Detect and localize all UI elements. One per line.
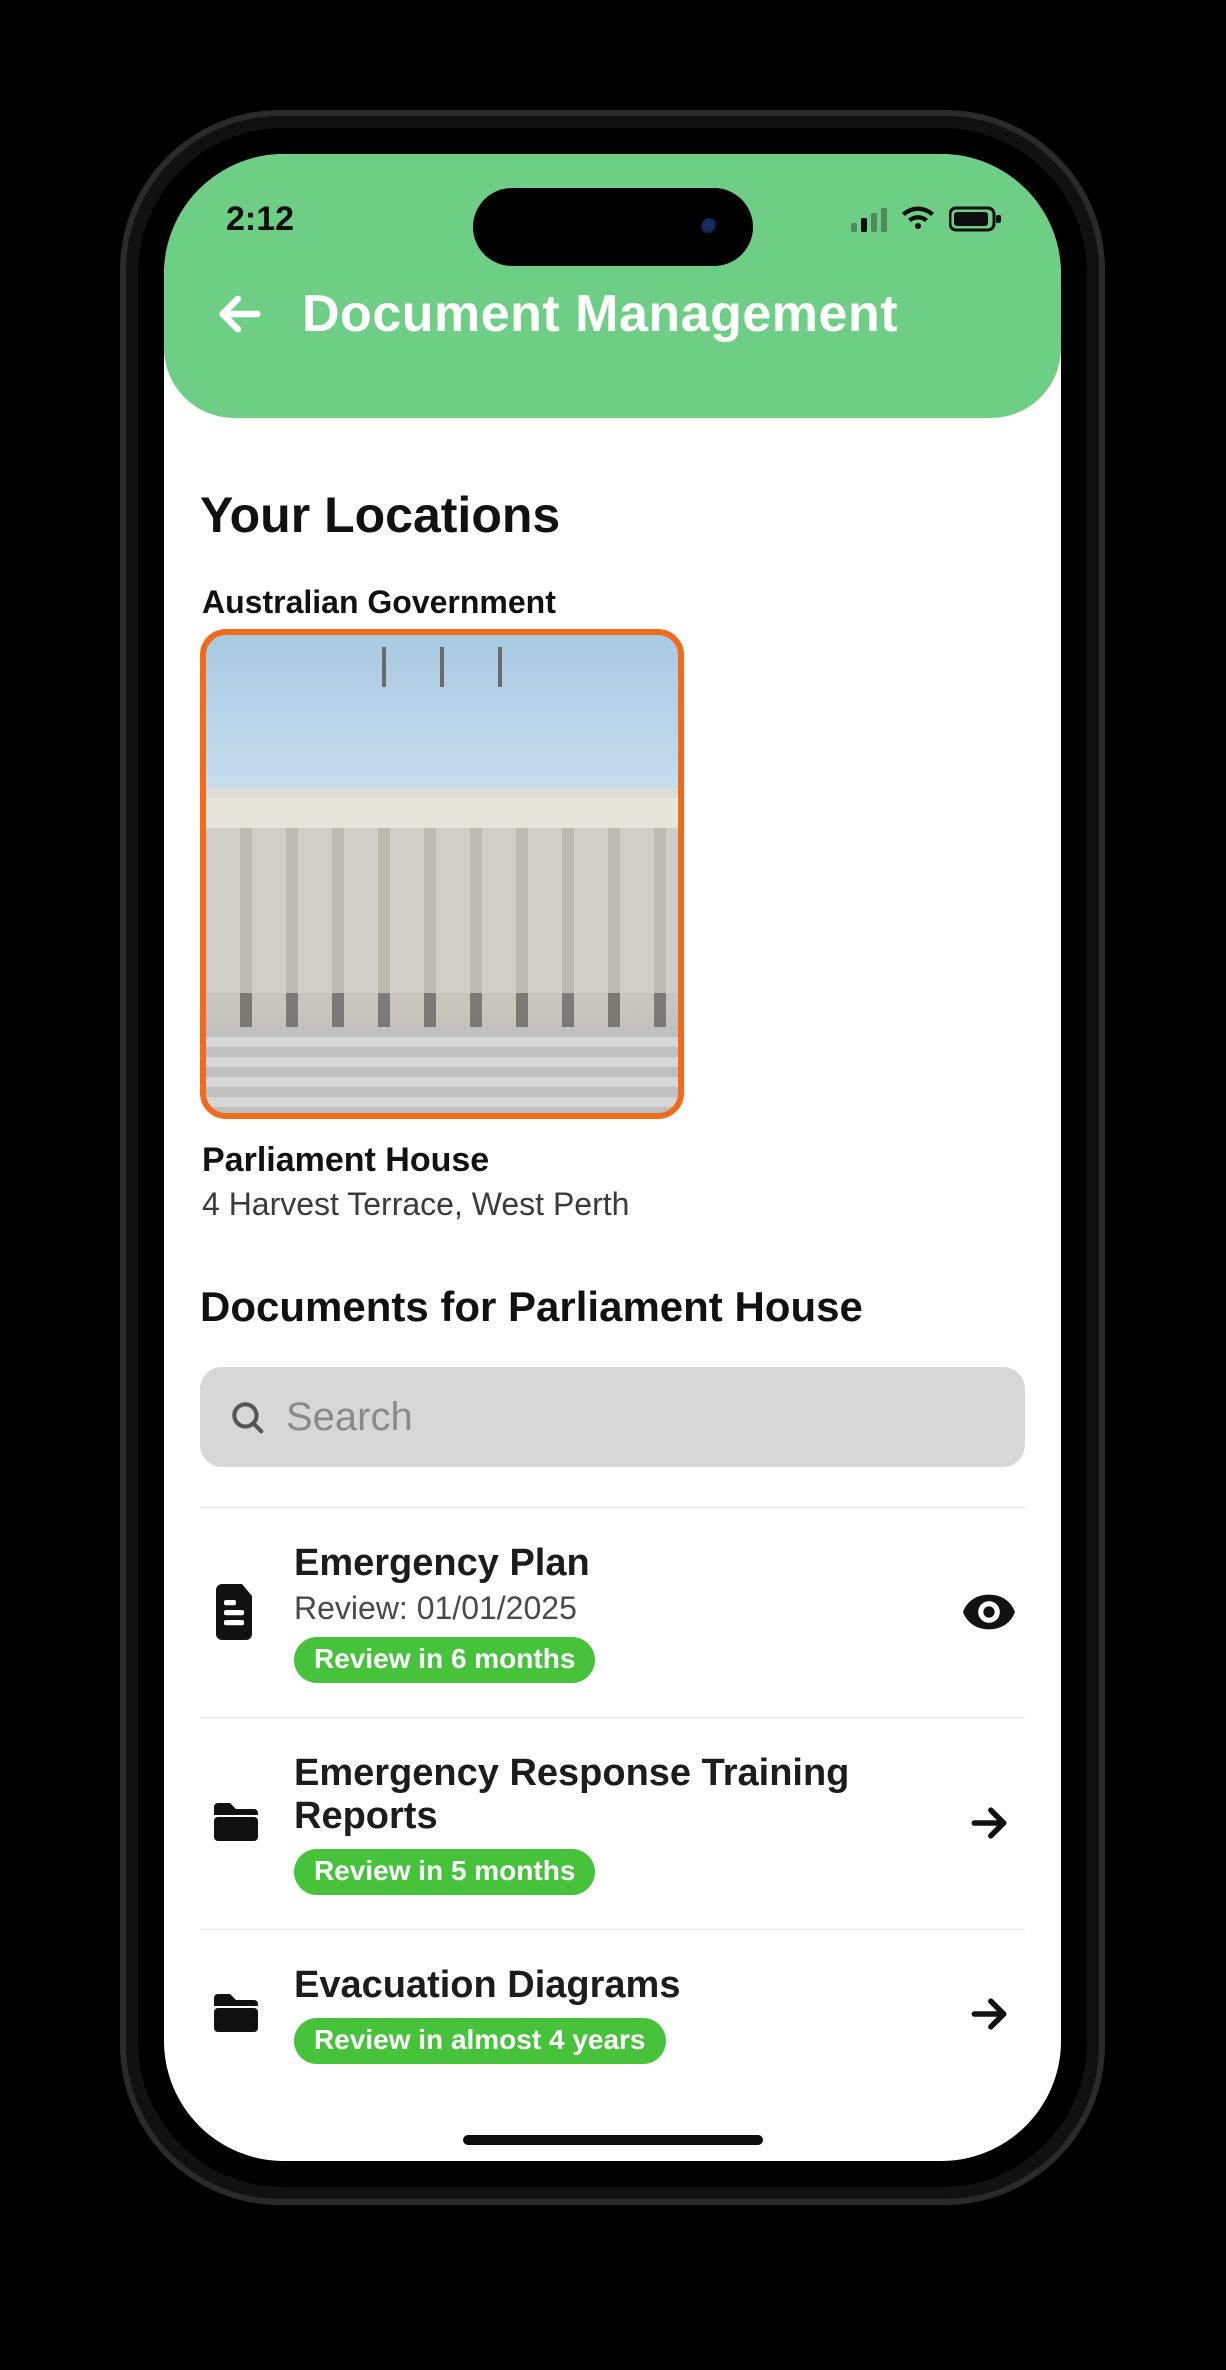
folder-icon	[204, 1992, 268, 2036]
location-address: 4 Harvest Terrace, West Perth	[202, 1186, 684, 1223]
location-org: Australian Government	[202, 584, 684, 621]
document-list: Emergency Plan Review: 01/01/2025 Review…	[200, 1507, 1025, 2098]
search-input[interactable]	[286, 1395, 997, 1440]
review-pill: Review in 6 months	[294, 1637, 595, 1683]
screen: 2:12 Document Management	[164, 154, 1061, 2161]
search-field[interactable]	[200, 1367, 1025, 1467]
dynamic-island	[473, 188, 753, 266]
open-button[interactable]	[957, 1801, 1021, 1845]
phone-frame: 2:12 Document Management	[120, 110, 1105, 2205]
document-row[interactable]: Emergency Response Training Reports Revi…	[200, 1717, 1025, 1929]
document-row[interactable]: Evacuation Diagrams Review in almost 4 y…	[200, 1929, 1025, 2098]
content: Your Locations Australian Government Par…	[164, 418, 1061, 2098]
document-title: Evacuation Diagrams	[294, 1964, 931, 2008]
open-button[interactable]	[957, 1992, 1021, 2036]
document-row[interactable]: Emergency Plan Review: 01/01/2025 Review…	[200, 1507, 1025, 1717]
documents-heading: Documents for Parliament House	[200, 1283, 1025, 1331]
location-card[interactable]: Australian Government Parliament House 4…	[200, 584, 684, 1223]
search-icon	[228, 1398, 266, 1436]
arrow-right-icon	[967, 1992, 1011, 2036]
eye-icon	[963, 1594, 1015, 1630]
folder-icon	[204, 1801, 268, 1845]
document-title: Emergency Plan	[294, 1542, 931, 1586]
battery-icon	[949, 206, 1003, 232]
location-image	[200, 629, 684, 1119]
wifi-icon	[901, 206, 935, 232]
arrow-right-icon	[967, 1801, 1011, 1845]
location-name: Parliament House	[202, 1141, 684, 1180]
file-icon	[204, 1584, 268, 1640]
page-title: Document Management	[302, 284, 898, 344]
locations-heading: Your Locations	[200, 486, 1025, 544]
review-pill: Review in almost 4 years	[294, 2018, 666, 2064]
arrow-left-icon	[214, 288, 266, 340]
view-button[interactable]	[957, 1594, 1021, 1630]
document-title: Emergency Response Training Reports	[294, 1752, 931, 1839]
status-indicators	[851, 206, 1003, 232]
document-subtitle: Review: 01/01/2025	[294, 1590, 931, 1627]
cellular-icon	[851, 206, 887, 232]
status-time: 2:12	[226, 200, 294, 239]
back-button[interactable]	[206, 280, 274, 348]
review-pill: Review in 5 months	[294, 1849, 595, 1895]
home-indicator[interactable]	[463, 2135, 763, 2145]
